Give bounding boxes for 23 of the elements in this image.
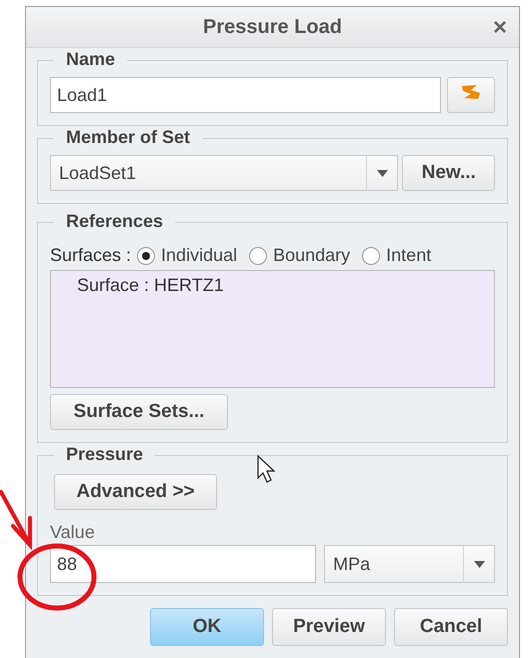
dropdown-arrow-icon: [474, 560, 484, 568]
advanced-button[interactable]: Advanced >>: [54, 474, 217, 510]
dropdown-arrow-icon: [376, 170, 388, 176]
surfaces-label: Surfaces :: [50, 245, 132, 266]
name-field[interactable]: Load1: [50, 77, 442, 113]
close-button[interactable]: ×: [492, 14, 507, 42]
surface-sets-button[interactable]: Surface Sets...: [50, 394, 228, 430]
new-button[interactable]: New...: [402, 155, 495, 191]
dialog-button[interactable]: OK: [150, 608, 264, 646]
window-title: Pressure Load: [203, 16, 342, 38]
set-dropdown[interactable]: LoadSet1: [50, 155, 398, 191]
dialog-button[interactable]: Cancel: [394, 608, 508, 646]
auto-name-button[interactable]: [447, 77, 495, 113]
dialog-button[interactable]: Preview: [272, 608, 386, 646]
radio-option[interactable]: Boundary: [249, 245, 350, 266]
value-label: Value: [50, 522, 96, 543]
radio-option[interactable]: Intent: [362, 245, 432, 266]
radio-option[interactable]: Individual: [137, 245, 238, 266]
lightning-icon: [460, 84, 482, 100]
cursor-icon: [257, 454, 276, 483]
unit-dropdown[interactable]: MPa: [324, 545, 495, 583]
list-item[interactable]: Surface : HERTZ1: [77, 275, 494, 296]
value-field[interactable]: 88: [50, 545, 316, 583]
